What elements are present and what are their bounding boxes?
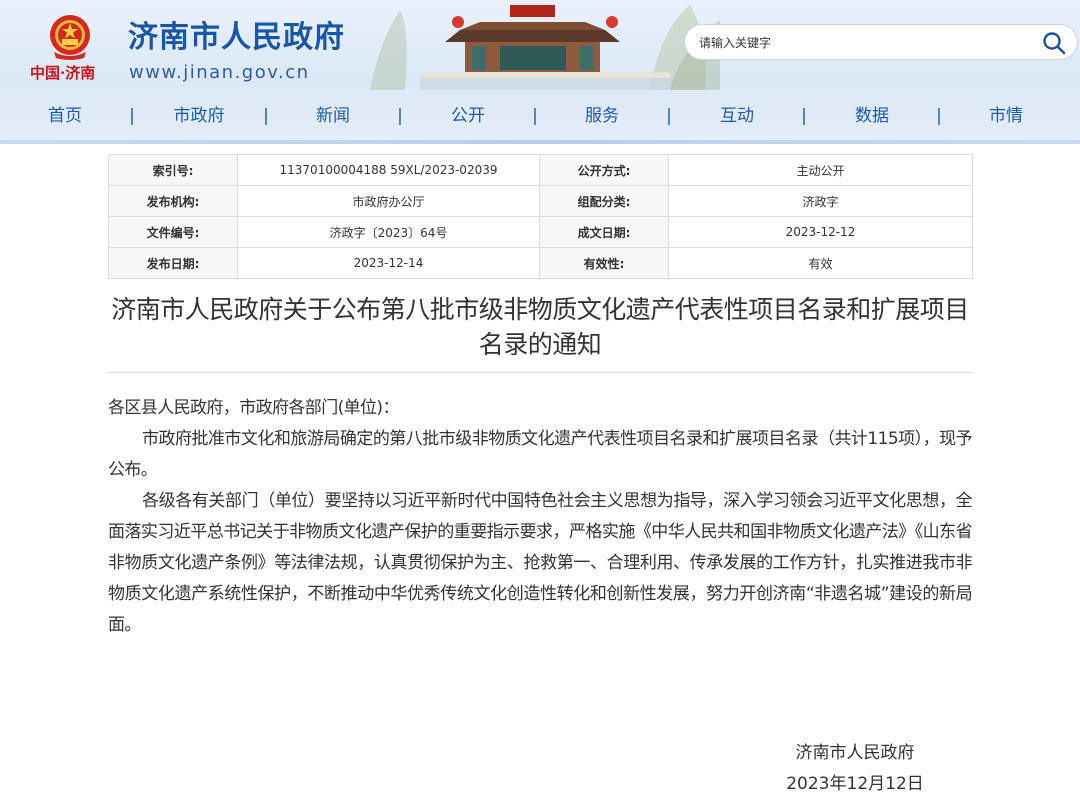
nav-separator: | [801, 106, 807, 126]
table-row: 发布日期: 2023-12-14 有效性: 有效 [108, 247, 973, 279]
nav-separator: | [397, 106, 403, 126]
main-nav: 首页 | 市政府 | 新闻 | 公开 | 服务 | 互动 | 数据 | 市情 [0, 100, 1080, 132]
meta-label-written-date: 成文日期: [539, 216, 669, 248]
article-salutation: 各区县人民政府，市政府各部门(单位)： [108, 398, 399, 418]
nav-item-news[interactable]: 新闻 [316, 100, 350, 132]
meta-value-issuing-agency: 市政府办公厅 [237, 185, 540, 217]
meta-value-validity: 有效 [668, 247, 973, 279]
header-scenery-image [360, 0, 720, 90]
nav-item-government[interactable]: 市政府 [174, 100, 225, 132]
nav-separator: | [129, 106, 135, 126]
meta-value-category: 济政字 [668, 185, 973, 217]
table-row: 文件编号: 济政字〔2023〕64号 成文日期: 2023-12-12 [108, 216, 973, 248]
article-title: 济南市人民政府关于公布第八批市级非物质文化遗产代表性项目名录和扩展项目名录的通知 [111, 295, 969, 359]
article-paragraph: 市政府批准市文化和旅游局确定的第八批市级非物质文化遗产代表性项目名录和扩展项目名… [108, 429, 973, 480]
nav-separator: | [263, 106, 269, 126]
meta-value-index-number: 11370100004188 59XL/2023-02039 [237, 154, 540, 186]
table-row: 索引号: 11370100004188 59XL/2023-02039 公开方式… [108, 154, 973, 186]
nav-item-services[interactable]: 服务 [585, 100, 619, 132]
meta-value-disclosure-mode: 主动公开 [668, 154, 973, 186]
search-icon[interactable] [1041, 30, 1067, 56]
title-divider [108, 372, 972, 373]
document-meta-table: 索引号: 11370100004188 59XL/2023-02039 公开方式… [108, 154, 973, 279]
meta-label-disclosure-mode: 公开方式: [539, 154, 669, 186]
article-signature: 济南市人民政府 [795, 743, 915, 763]
meta-value-document-number: 济政字〔2023〕64号 [237, 216, 540, 248]
china-jinan-logo: 中国·济南 [30, 64, 96, 82]
meta-label-index-number: 索引号: [108, 154, 238, 186]
nav-item-data[interactable]: 数据 [855, 100, 889, 132]
nav-item-disclosure[interactable]: 公开 [451, 100, 485, 132]
article-paragraph: 各级各有关部门（单位）要坚持以习近平新时代中国特色社会主义思想为指导，深入学习领… [108, 491, 973, 635]
national-emblem-icon [50, 15, 90, 60]
nav-item-interaction[interactable]: 互动 [720, 100, 754, 132]
search-input[interactable] [697, 31, 1021, 55]
site-url: www.jinan.gov.cn [129, 62, 310, 83]
meta-label-validity: 有效性: [539, 247, 669, 279]
site-header: 中国·济南 济南市人民政府 www.jinan.gov.cn 首页 | 市政府 … [0, 0, 1080, 142]
meta-value-publish-date: 2023-12-14 [237, 247, 540, 279]
meta-label-publish-date: 发布日期: [108, 247, 238, 279]
meta-label-issuing-agency: 发布机构: [108, 185, 238, 217]
meta-value-written-date: 2023-12-12 [668, 216, 973, 248]
meta-label-category: 组配分类: [539, 185, 669, 217]
article-date: 2023年12月12日 [786, 774, 924, 794]
header-divider [0, 140, 1080, 144]
nav-separator: | [666, 106, 672, 126]
nav-separator: | [936, 106, 942, 126]
nav-item-city-info[interactable]: 市情 [989, 100, 1023, 132]
table-row: 发布机构: 市政府办公厅 组配分类: 济政字 [108, 185, 973, 217]
nav-item-home[interactable]: 首页 [48, 100, 82, 132]
search-box [684, 24, 1078, 60]
site-title[interactable]: 济南市人民政府 [128, 18, 345, 58]
meta-label-document-number: 文件编号: [108, 216, 238, 248]
nav-separator: | [532, 106, 538, 126]
